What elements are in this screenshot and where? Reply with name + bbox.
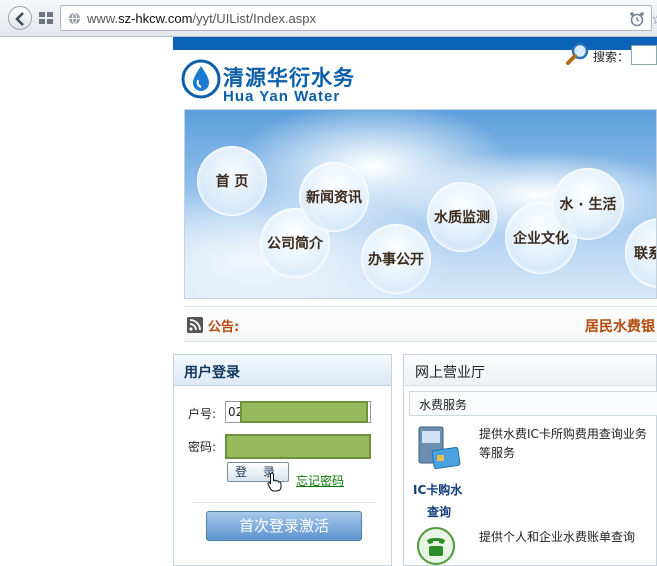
ic-card-service-desc-line2: 等服务 bbox=[479, 446, 516, 460]
url-domain: sz-hkcw.com bbox=[118, 11, 193, 26]
password-label: 密码: bbox=[188, 440, 217, 454]
back-button[interactable] bbox=[8, 6, 32, 30]
website-content: 搜索： 清源华衍水务 Hua Yan Water 首 页 公司简介 新闻资讯 办… bbox=[173, 37, 657, 566]
notice-label: 公告: bbox=[208, 320, 240, 335]
ic-card-service-desc-line1: 提供水费IC卡所购费用查询业务 bbox=[479, 427, 647, 441]
bill-service-desc: 提供个人和企业水费账单查询 bbox=[479, 530, 636, 544]
forgot-password-link[interactable]: 忘记密码 bbox=[296, 472, 344, 489]
tab-water-fee-service-label: 水费服务 bbox=[419, 398, 468, 412]
login-panel-header: 用户登录 bbox=[174, 355, 391, 386]
browser-toolbar: www.sz-hkcw.com/yyt/UIList/Index.aspx ☆ bbox=[0, 0, 657, 37]
notice-marquee-link[interactable]: 居民水费银 bbox=[585, 316, 655, 336]
search-input[interactable] bbox=[631, 45, 657, 65]
online-service-hall-panel: 网上营业厅 水费服务 IC卡购水 查询 提供水费IC卡所购费用查询业务 等服务 … bbox=[403, 354, 657, 566]
magnifier-icon[interactable] bbox=[565, 41, 591, 67]
bookmark-star-icon[interactable]: ☆ bbox=[651, 10, 657, 28]
nav-contact[interactable]: 联系 bbox=[625, 218, 656, 288]
alarm-clock-icon[interactable] bbox=[629, 11, 645, 27]
nav-banner: 首 页 公司简介 新闻资讯 办事公开 水质监测 企业文化 水 · 生活 联系 bbox=[184, 109, 657, 299]
back-arrow-icon bbox=[15, 12, 24, 26]
ic-card-service-name-line2[interactable]: 查询 bbox=[427, 503, 451, 520]
tab-water-fee-service[interactable]: 水费服务 bbox=[409, 391, 657, 416]
logo-english-name: Hua Yan Water bbox=[223, 88, 341, 105]
hall-panel-title: 网上营业厅 bbox=[415, 365, 485, 381]
water-drop-logo-icon bbox=[181, 59, 221, 99]
account-redaction bbox=[240, 401, 368, 423]
hall-panel-header: 网上营业厅 bbox=[404, 355, 656, 386]
url-text: www.sz-hkcw.com/yyt/UIList/Index.aspx bbox=[87, 11, 316, 26]
site-search: 搜索： bbox=[565, 41, 657, 67]
nav-news[interactable]: 新闻资讯 bbox=[299, 162, 369, 232]
notice-bar: 公告: 居民水费银 bbox=[184, 306, 657, 342]
first-login-activate-button[interactable]: 首次登录激活 bbox=[206, 511, 362, 541]
phone-bill-icon[interactable] bbox=[416, 526, 456, 566]
url-path: /yyt/UIList/Index.aspx bbox=[192, 11, 317, 26]
user-login-panel: 用户登录 户号: 02 密码: 登 录 忘记密码 首次登录激活 bbox=[173, 354, 392, 566]
password-input[interactable] bbox=[225, 434, 371, 459]
account-label: 户号: bbox=[188, 407, 217, 421]
nav-home[interactable]: 首 页 bbox=[197, 146, 267, 216]
search-label: 搜索： bbox=[593, 50, 630, 64]
address-bar[interactable]: www.sz-hkcw.com/yyt/UIList/Index.aspx ☆ bbox=[60, 5, 657, 31]
nav-water-life[interactable]: 水 · 生活 bbox=[552, 168, 624, 240]
hand-cursor-icon bbox=[267, 472, 282, 492]
globe-icon bbox=[68, 12, 81, 25]
ic-card-service-name-line1[interactable]: IC卡购水 bbox=[413, 481, 462, 498]
ic-card-icon[interactable] bbox=[415, 425, 463, 473]
apps-grid-icon[interactable] bbox=[38, 10, 54, 26]
login-divider bbox=[192, 502, 376, 503]
rss-icon bbox=[187, 317, 203, 333]
url-prefix: www. bbox=[87, 11, 119, 26]
login-panel-title: 用户登录 bbox=[184, 365, 240, 381]
nav-public-affairs[interactable]: 办事公开 bbox=[361, 224, 431, 294]
nav-water-quality[interactable]: 水质监测 bbox=[427, 182, 497, 252]
